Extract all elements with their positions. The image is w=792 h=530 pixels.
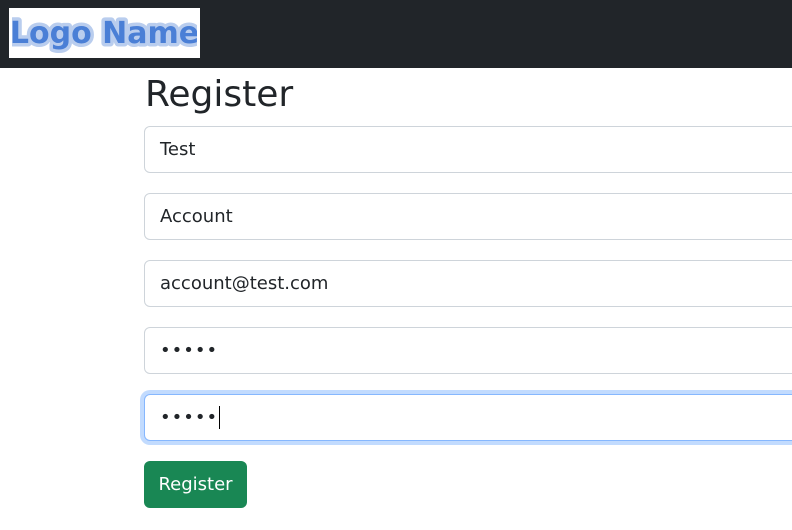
last-name-value: Account xyxy=(160,206,233,227)
first-name-input[interactable]: Test xyxy=(144,126,792,173)
confirm-password-value: ••••• xyxy=(160,407,219,428)
logo[interactable]: Logo Name xyxy=(9,8,200,58)
logo-wordmark: Logo Name xyxy=(12,13,197,55)
text-caret xyxy=(219,406,221,429)
password-value: ••••• xyxy=(160,340,219,361)
email-input[interactable]: account@test.com xyxy=(144,260,792,307)
page-title: Register xyxy=(145,74,294,115)
last-name-input[interactable]: Account xyxy=(144,193,792,240)
confirm-password-input[interactable]: ••••• xyxy=(144,394,792,441)
first-name-value: Test xyxy=(160,139,196,160)
top-navbar: Logo Name xyxy=(0,0,792,68)
password-input[interactable]: ••••• xyxy=(144,327,792,374)
svg-text:Logo Name: Logo Name xyxy=(12,16,197,51)
email-value: account@test.com xyxy=(160,273,329,294)
register-button[interactable]: Register xyxy=(144,461,247,508)
